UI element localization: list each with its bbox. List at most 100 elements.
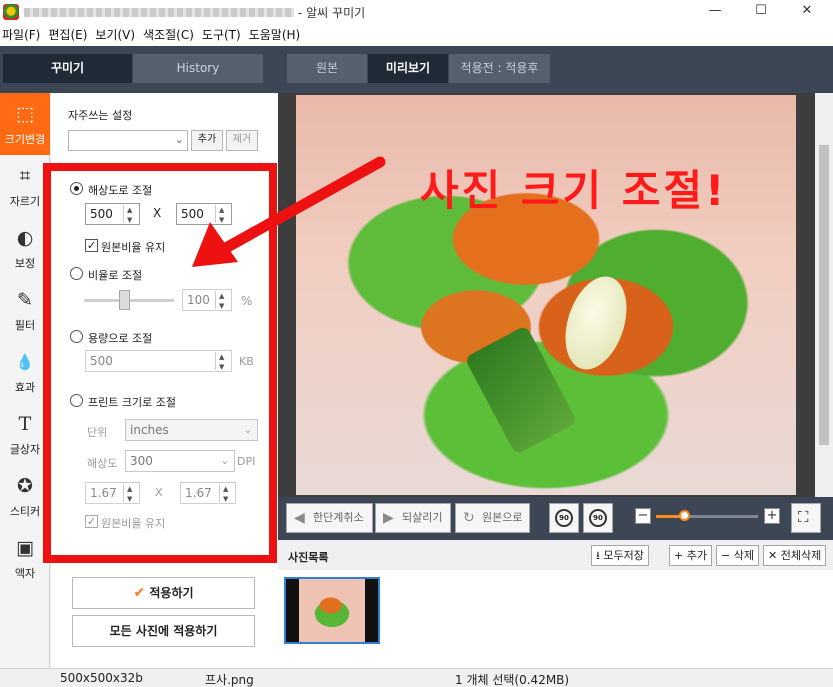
close-button[interactable]: ✕ [784,0,830,24]
photo-leek [464,325,578,455]
red-arrow-icon [192,156,386,267]
status-bar: 500x500x32b 프사.png 1 개체 선택(0.42MB) [0,668,833,687]
tab-preview[interactable]: 미리보기 [368,54,448,83]
ratio-value: 100 [187,293,210,307]
add-photo-button[interactable]: + 추가 [669,545,712,566]
kb-label: KB [239,355,254,368]
redo-button[interactable]: ▶ 되살리기 [375,503,451,533]
apply-all-button[interactable]: 모든 사진에 적용하기 [72,615,255,647]
tool-filter[interactable]: ✎ 필터 [0,279,50,341]
radio-by-size[interactable] [70,330,83,343]
star-sticker-icon: ✪ [17,475,33,497]
keep-ratio-checkbox[interactable]: ✓ [85,239,98,252]
tool-label: 글상자 [9,443,41,456]
view-tab-header: 원본 미리보기 적용전 : 적용후 [278,46,833,93]
overlay-caption: 사진 크기 조절! [420,166,728,215]
radio-by-resolution[interactable] [70,182,83,195]
tab-original[interactable]: 원본 [287,54,367,83]
size-value: 500 [90,354,113,368]
app-logo-icon [3,4,19,20]
menu-help[interactable]: 도움말(H) [247,24,307,46]
radio-by-ratio[interactable] [70,267,83,280]
radio-by-print[interactable] [70,394,83,407]
size-stepper[interactable]: 500 [85,347,232,377]
menu-tools[interactable]: 도구(T) [200,24,247,46]
zoom-in-button[interactable]: + [764,508,780,524]
tab-before-after[interactable]: 적용전 : 적용후 [449,54,550,83]
undo-button[interactable]: ◀ 한단계취소 [286,503,373,533]
tool-adjust[interactable]: ◐ 보정 [0,217,50,279]
scrollbar-thumb[interactable] [819,145,829,445]
tab-decorate[interactable]: 꾸미기 [3,54,132,83]
tab-history[interactable]: History [133,54,263,83]
zoom-slider-thumb[interactable] [679,510,690,521]
contrast-icon: ◐ [16,227,34,249]
apply-button[interactable]: ✔ 적용하기 [72,577,255,609]
tool-label: 스티커 [9,505,41,518]
download-icon: ⭳ [596,549,600,562]
drop-icon: 💧 [15,353,35,371]
tool-sticker[interactable]: ✪ 스티커 [0,465,50,527]
edit-action-bar: ◀ 한단계취소 ▶ 되살리기 ↻ 원본으로 90 90 − + ⛶ [278,497,833,540]
stepper-arrows-icon[interactable] [123,479,138,509]
ratio-slider-thumb[interactable] [119,290,130,310]
times-label: X [153,206,162,220]
menu-edit[interactable]: 편집(E) [46,24,93,46]
remove-favorite-button[interactable]: 제거 [226,130,258,151]
stepper-arrows-icon[interactable] [123,200,138,230]
tool-effect[interactable]: 💧 효과 [0,341,50,403]
width-stepper[interactable]: 500 [85,200,140,230]
print-keep-ratio-label: 원본비율 유지 [101,517,166,530]
tool-label: 필터 [14,319,36,332]
ratio-stepper[interactable]: 100 [182,286,232,316]
rotate-left-button[interactable]: 90 [549,503,579,533]
save-all-button[interactable]: ⭳ 모두저장 [591,545,649,566]
tool-resize[interactable]: ⬚ 크기변경 [0,93,50,155]
unit-select[interactable]: inches ⌄ [125,419,258,441]
tool-label: 보정 [14,257,36,270]
fit-screen-icon: ⛶ [798,508,809,526]
menu-color[interactable]: 색조절(C) [141,24,200,46]
add-favorite-button[interactable]: 추가 [191,130,223,151]
unit-label: 단위 [87,426,108,439]
minimize-button[interactable]: — [692,0,738,24]
stepper-arrows-icon[interactable] [219,479,234,509]
revert-original-button[interactable]: ↻ 원본으로 [455,503,530,533]
left-tab-header: 꾸미기 History [0,46,278,93]
crop-icon: ⌗ [19,165,31,187]
menu-view[interactable]: 보기(V) [93,24,141,46]
print-height-stepper[interactable]: 1.67 [180,479,236,509]
tool-crop[interactable]: ⌗ 자르기 [0,155,50,217]
preview-scrollbar[interactable] [815,93,833,497]
save-all-label: 모두저장 [603,549,644,562]
stepper-arrows-icon[interactable] [215,286,230,316]
by-size-label: 용량으로 조절 [88,332,153,345]
zoom-out-button[interactable]: − [635,508,651,524]
dpi-select[interactable]: 300 ⌄ [125,450,235,472]
picture-frame-icon: ▣ [16,537,34,559]
menu-file[interactable]: 파일(F) [0,24,46,46]
favorites-combo[interactable]: ⌄ [68,130,188,151]
stepper-arrows-icon[interactable] [215,347,230,377]
print-width-stepper[interactable]: 1.67 [85,479,140,509]
rotate-right-button[interactable]: 90 [583,503,613,533]
tool-frame[interactable]: ▣ 액자 [0,527,50,589]
print-keep-ratio-checkbox[interactable]: ✓ [85,515,98,528]
fit-screen-button[interactable]: ⛶ [791,503,821,533]
tool-label: 자르기 [9,195,41,208]
delete-photo-button[interactable]: − 삭제 [716,545,759,566]
dpi-label: 해상도 [87,457,118,470]
dpi-value: 300 [130,454,153,468]
redo-arrow-icon: ▶ [383,510,394,526]
resize-icon: ⬚ [16,103,34,125]
photo-list [278,570,833,668]
title-bar: - 알씨 꾸미기 — ☐ ✕ [0,0,833,24]
tool-strip: ⬚ 크기변경 ⌗ 자르기 ◐ 보정 ✎ 필터 💧 효과 T 글상자 ✪ 스티커 … [0,93,50,668]
maximize-button[interactable]: ☐ [738,0,784,24]
tool-text[interactable]: T 글상자 [0,403,50,465]
thumbnail-image [299,579,365,642]
status-selection: 1 개체 선택(0.42MB) [455,673,570,687]
delete-all-button[interactable]: ✕ 전체삭제 [763,545,827,566]
photo-thumbnail[interactable] [284,577,380,644]
apply-label: 적용하기 [149,586,194,600]
